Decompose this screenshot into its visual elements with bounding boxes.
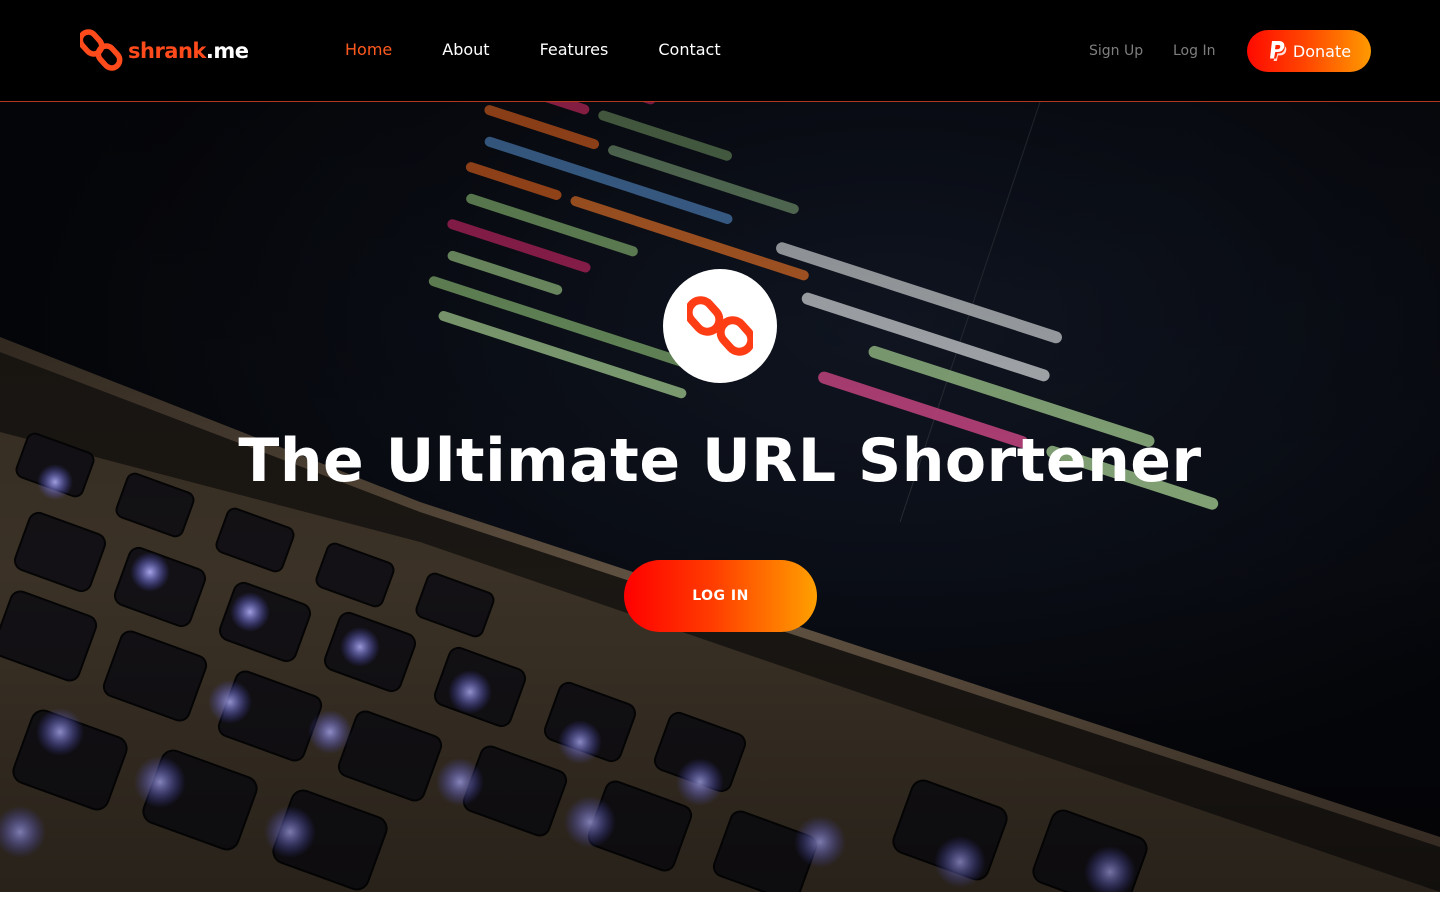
paypal-icon xyxy=(1269,41,1287,61)
donate-label: Donate xyxy=(1292,41,1352,61)
chain-link-icon xyxy=(687,296,753,356)
nav-features[interactable]: Features xyxy=(540,40,609,60)
nav-about[interactable]: About xyxy=(442,40,489,60)
hero-title: The Ultimate URL Shortener xyxy=(238,426,1202,496)
hero-section: The Ultimate URL Shortener LOG IN xyxy=(0,102,1440,892)
nav-home[interactable]: Home xyxy=(345,40,392,60)
log-in-link[interactable]: Log In xyxy=(1173,42,1215,60)
nav-contact[interactable]: Contact xyxy=(658,40,720,60)
main-nav: Home About Features Contact xyxy=(345,40,771,60)
brand-name: shrank.me xyxy=(128,38,249,63)
sign-up-link[interactable]: Sign Up xyxy=(1089,42,1143,60)
hero-logo-badge xyxy=(663,269,777,383)
navbar: shrank.me Home About Features Contact Si… xyxy=(0,0,1440,102)
hero-log-in-button[interactable]: LOG IN xyxy=(624,560,817,632)
chain-link-icon xyxy=(80,29,123,71)
donate-button[interactable]: Donate xyxy=(1247,30,1371,72)
brand-logo[interactable]: shrank.me xyxy=(80,27,249,75)
